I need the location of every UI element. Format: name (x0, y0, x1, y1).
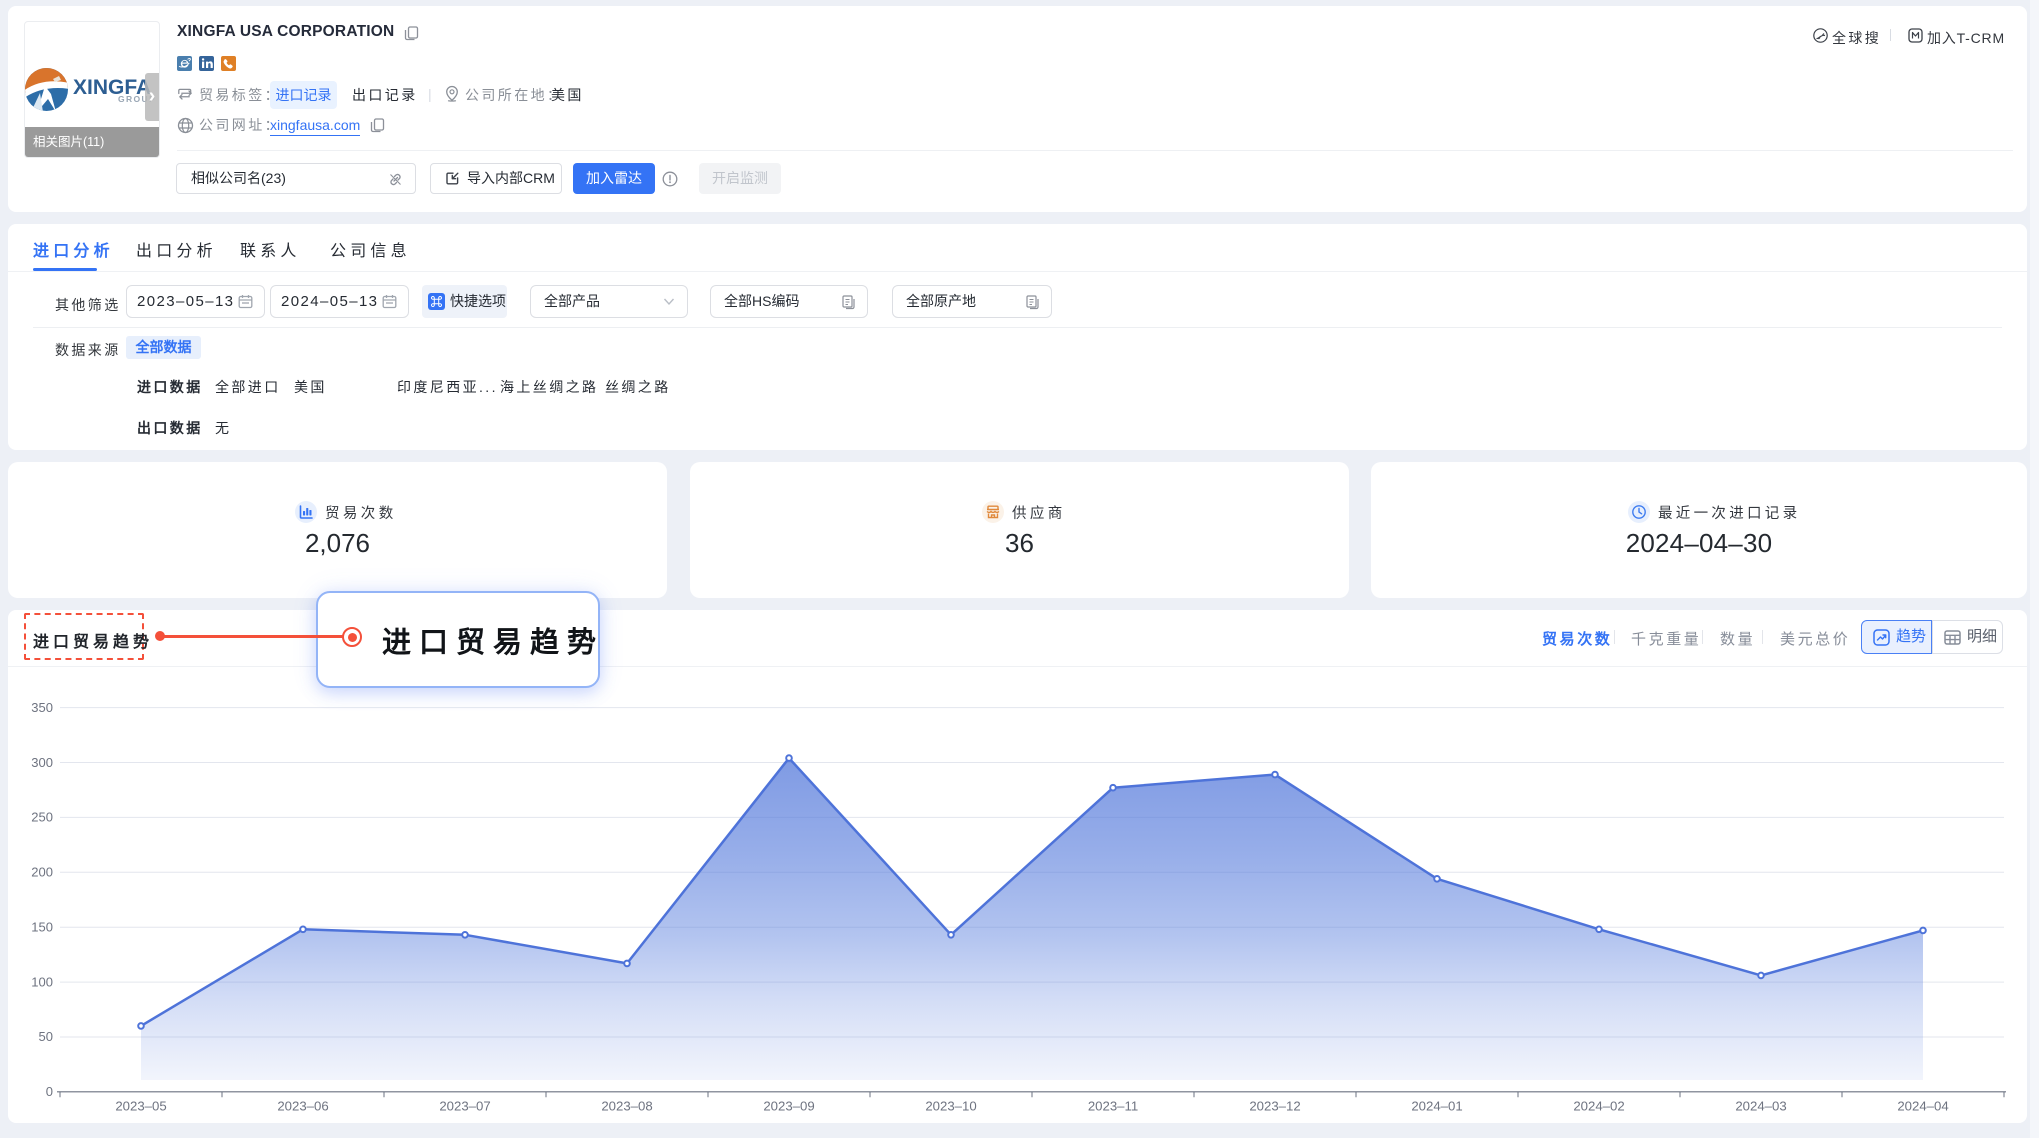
svg-text:200: 200 (31, 865, 53, 880)
svg-text:250: 250 (31, 810, 53, 825)
svg-text:350: 350 (31, 700, 53, 715)
svg-text:2024–03: 2024–03 (1735, 1099, 1786, 1114)
svg-text:2024–04: 2024–04 (1897, 1099, 1948, 1114)
svg-text:100: 100 (31, 975, 53, 990)
svg-text:2023–05: 2023–05 (115, 1099, 166, 1114)
svg-text:2023–09: 2023–09 (763, 1099, 814, 1114)
svg-text:2023–08: 2023–08 (601, 1099, 652, 1114)
svg-text:150: 150 (31, 920, 53, 935)
svg-text:2023–10: 2023–10 (925, 1099, 976, 1114)
svg-text:2023–11: 2023–11 (1088, 1099, 1138, 1114)
svg-text:2023–06: 2023–06 (277, 1099, 328, 1114)
svg-text:2023–12: 2023–12 (1249, 1099, 1300, 1114)
svg-text:2023–07: 2023–07 (439, 1099, 490, 1114)
svg-text:2024–02: 2024–02 (1573, 1099, 1624, 1114)
svg-text:50: 50 (39, 1029, 53, 1044)
svg-text:2024–01: 2024–01 (1411, 1099, 1462, 1114)
svg-text:300: 300 (31, 755, 53, 770)
svg-text:0: 0 (46, 1084, 53, 1099)
